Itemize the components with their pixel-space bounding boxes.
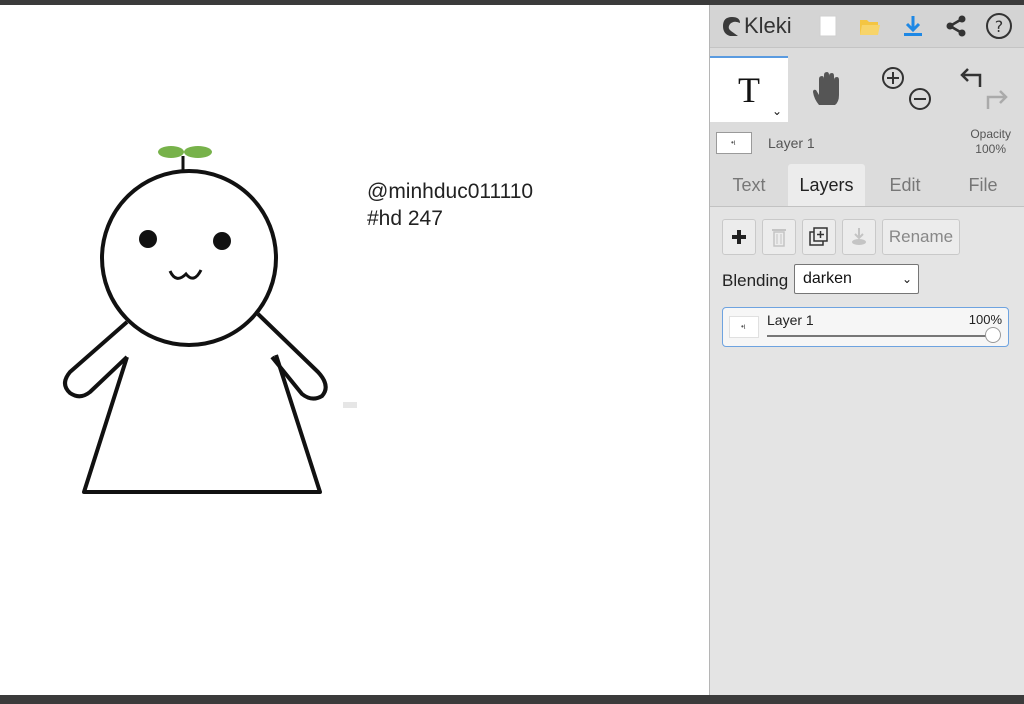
window-bottom-border — [0, 695, 1024, 704]
tool-row: T ⌄ — [710, 56, 1024, 122]
download-button[interactable] — [898, 11, 928, 41]
share-icon — [946, 15, 966, 37]
share-button[interactable] — [941, 11, 971, 41]
chevron-down-icon[interactable]: ⌄ — [772, 104, 782, 118]
undo-icon[interactable] — [960, 68, 982, 87]
app-header: Kleki ? — [710, 5, 1024, 48]
zoom-icons — [882, 67, 931, 110]
open-folder-icon — [860, 20, 880, 35]
new-file-icon — [819, 15, 837, 37]
text-tool-glyph: T — [738, 70, 760, 110]
slider-handle[interactable] — [985, 327, 1001, 343]
blending-label: Blending — [722, 271, 789, 290]
open-file-button[interactable] — [855, 11, 885, 41]
rename-layer-button[interactable]: Rename — [882, 219, 960, 255]
layer-thumbnail: •ι — [729, 316, 759, 338]
panel-tabs: Text Layers Edit File — [710, 164, 1024, 207]
duplicate-icon — [809, 227, 828, 246]
layer-name: Layer 1 — [767, 312, 814, 328]
app-logo[interactable]: Kleki — [720, 11, 792, 41]
opacity-value: 100% — [975, 142, 1006, 156]
trash-icon — [772, 229, 786, 247]
hand-icon — [813, 72, 839, 105]
help-icon: ? — [986, 13, 1012, 39]
tab-layers[interactable]: Layers — [788, 164, 865, 206]
tab-edit[interactable]: Edit — [870, 164, 940, 206]
zoom-in-icon[interactable] — [882, 67, 904, 89]
add-layer-button[interactable] — [722, 219, 756, 255]
current-layer-name: Layer 1 — [768, 135, 815, 151]
current-layer-info: •ι Layer 1 Opacity 100% — [710, 123, 1024, 163]
history-icons — [960, 68, 1008, 109]
zoom-controls — [870, 56, 942, 122]
duplicate-layer-button[interactable] — [802, 219, 836, 255]
canvas-text-line-1: @minhduc011110 — [367, 180, 534, 203]
merge-layer-button[interactable] — [842, 219, 876, 255]
layer-item[interactable]: •ι Layer 1 100% — [722, 307, 1009, 347]
new-file-button[interactable] — [813, 11, 843, 41]
tab-text[interactable]: Text — [716, 164, 782, 206]
layer-opacity-slider[interactable] — [767, 327, 1001, 343]
tab-file[interactable]: File — [948, 164, 1018, 206]
side-panel: Kleki ? T ⌄ •ι Layer 1 Opacity 100% Text… — [709, 5, 1024, 695]
chevron-down-icon: ⌄ — [901, 272, 912, 286]
drawing-canvas[interactable]: @minhduc011110 #hd 247 — [0, 5, 709, 695]
merge-down-icon — [852, 228, 866, 245]
drawing-artwork — [63, 146, 357, 494]
opacity-label: Opacity — [970, 127, 1011, 141]
redo-icon[interactable] — [986, 90, 1008, 109]
svg-text:?: ? — [995, 17, 1004, 36]
current-layer-thumbnail: •ι — [716, 132, 752, 154]
layer-opacity-value: 100% — [968, 312, 1002, 327]
hand-tool-button[interactable] — [788, 56, 866, 122]
slider-fill — [767, 335, 997, 337]
current-layer-opacity: Opacity 100% — [970, 127, 1011, 157]
canvas-text-block: @minhduc011110 #hd 247 — [367, 178, 533, 232]
download-icon — [904, 16, 922, 36]
canvas-text-line-2: #hd 247 — [367, 207, 443, 230]
history-controls — [946, 56, 1018, 122]
layers-panel: Rename Blending darken ⌄ •ι Layer 1 100% — [710, 207, 1024, 695]
app-name: Kleki — [744, 13, 792, 38]
help-button[interactable]: ? — [984, 11, 1014, 41]
plus-icon — [732, 230, 746, 244]
delete-layer-button[interactable] — [762, 219, 796, 255]
kleki-logo-icon — [723, 17, 740, 36]
blending-mode-value: darken — [803, 270, 852, 287]
zoom-out-icon[interactable] — [909, 88, 931, 110]
text-tool-button[interactable]: T ⌄ — [710, 56, 788, 122]
blending-mode-select[interactable]: darken ⌄ — [794, 264, 919, 294]
